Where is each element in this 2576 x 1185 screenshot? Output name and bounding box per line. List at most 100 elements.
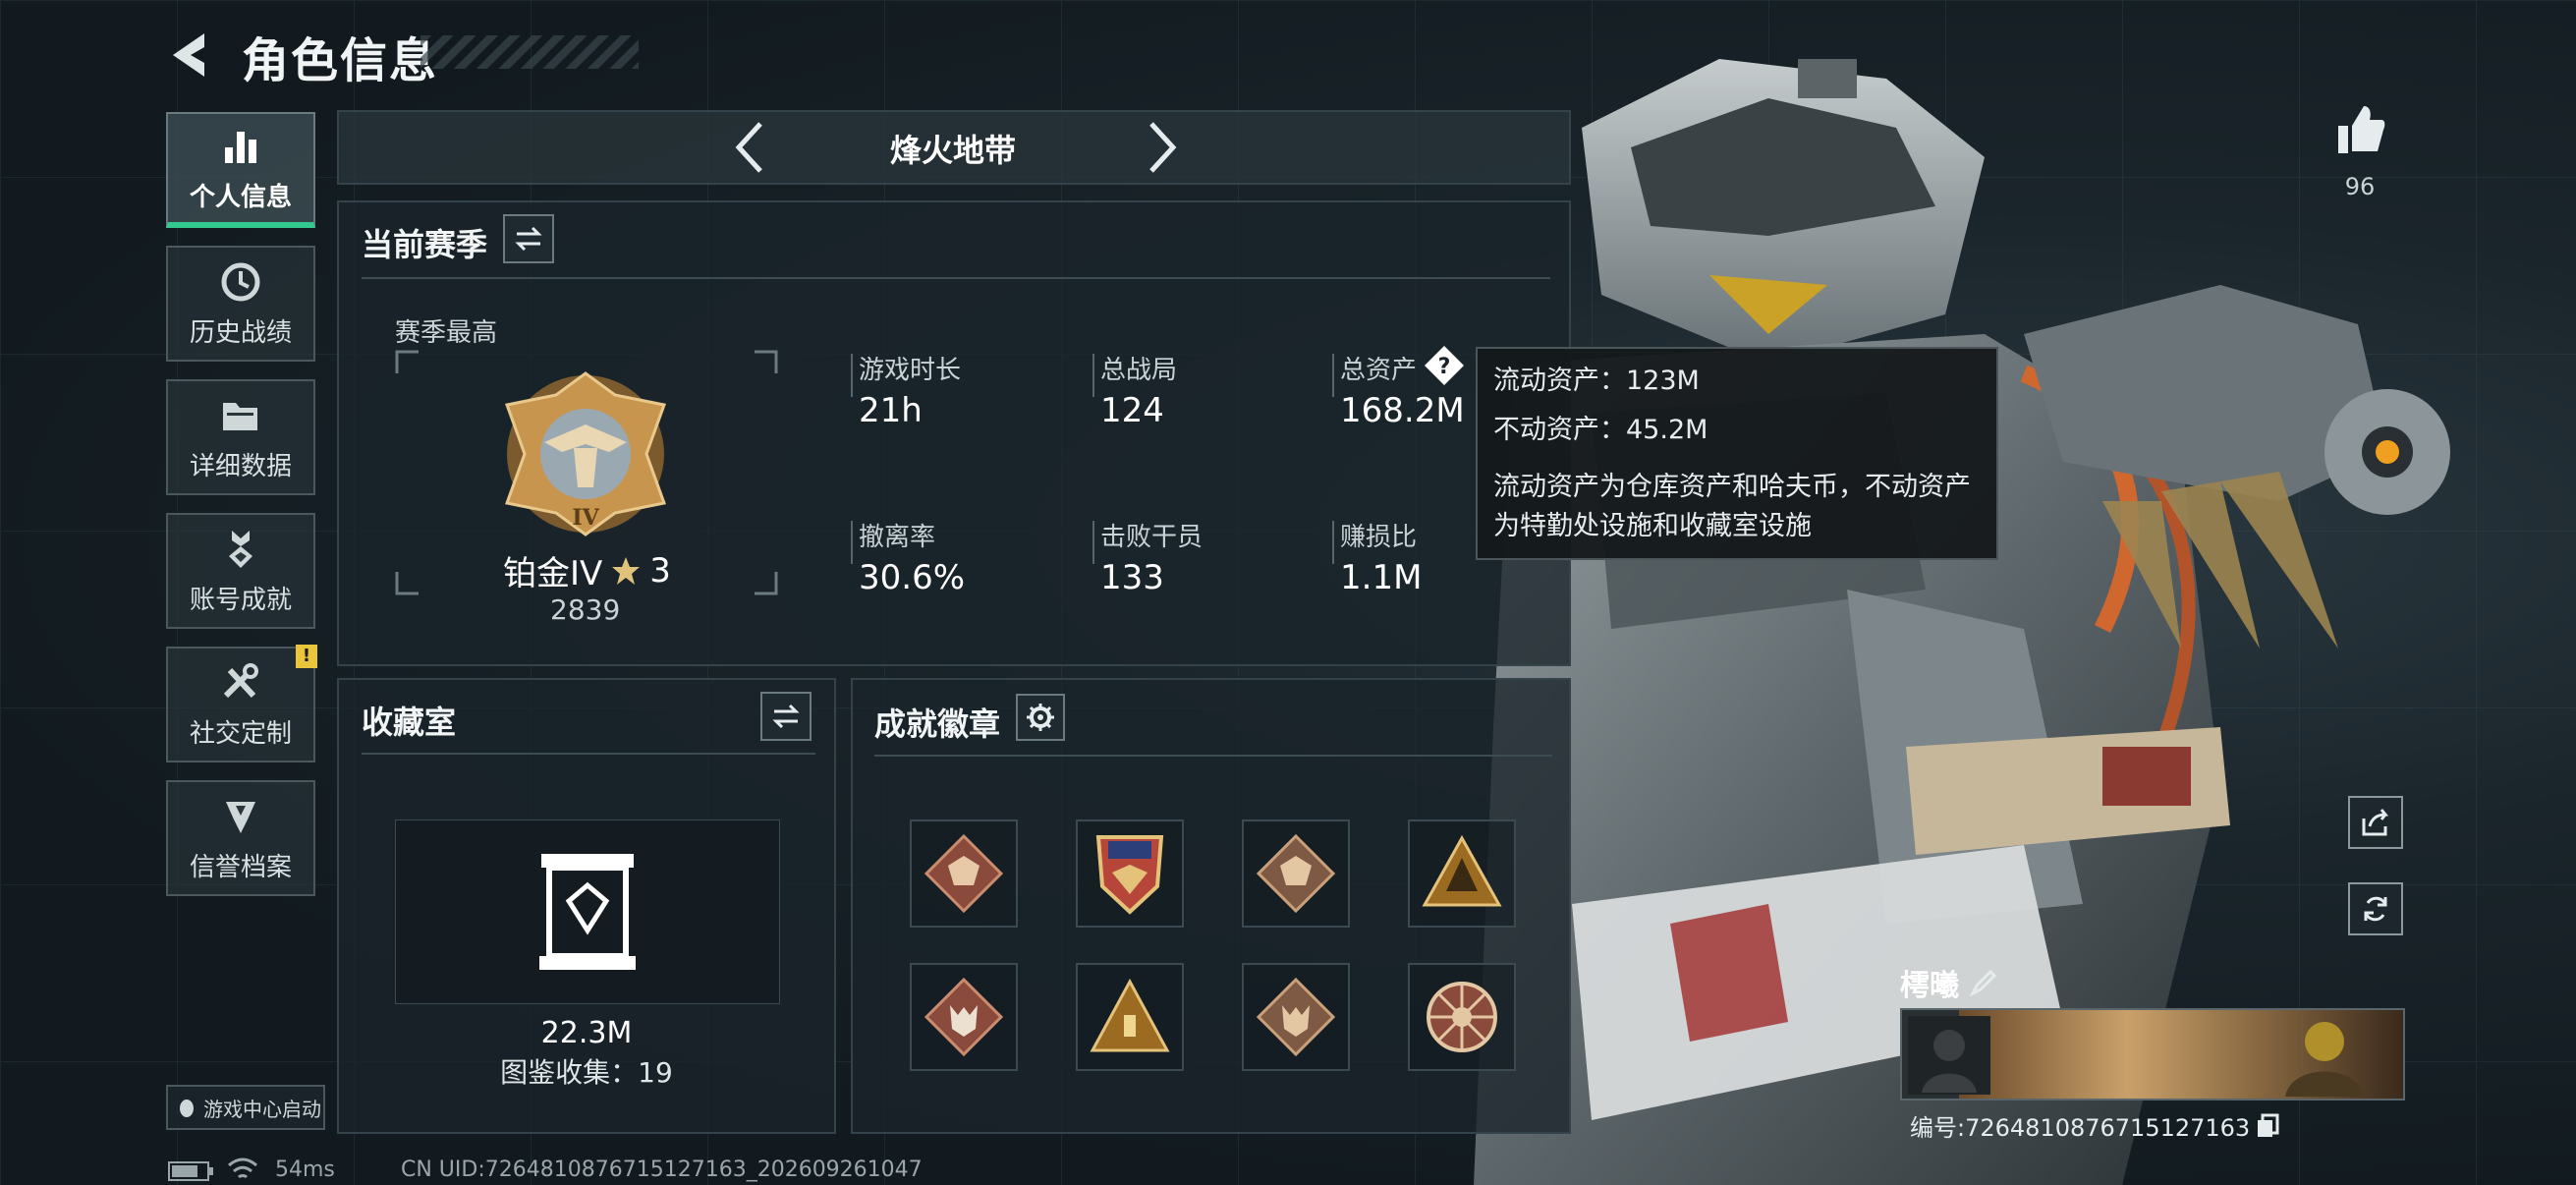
player-name-row: 樗曦 bbox=[1900, 961, 1998, 1004]
stat-label-profit-loss: 赚损比 bbox=[1340, 523, 1418, 552]
season-best-label: 赛季最高 bbox=[395, 318, 498, 348]
collection-catalog-count: 图鉴收集：19 bbox=[500, 1056, 673, 1089]
switch-collection-button[interactable] bbox=[760, 692, 812, 741]
achievement-badge[interactable] bbox=[1076, 819, 1184, 928]
achievement-badge[interactable] bbox=[910, 819, 1018, 928]
nav-item-detailed-data[interactable]: 详细数据 bbox=[166, 379, 315, 495]
refresh-icon bbox=[2364, 896, 2387, 922]
tooltip-fixed-assets: 不动资产：45.2M bbox=[1493, 415, 1708, 445]
shield-icon bbox=[226, 801, 255, 833]
achievement-badge[interactable] bbox=[1076, 963, 1184, 1071]
stat-label-total-matches: 总战局 bbox=[1100, 356, 1178, 385]
rank-emblem-label: IV bbox=[572, 505, 599, 531]
banner-character-art bbox=[2285, 1022, 2364, 1097]
divider bbox=[1332, 521, 1334, 564]
stat-label-operators-defeated: 击败干员 bbox=[1100, 523, 1204, 552]
achievement-badge[interactable] bbox=[1242, 819, 1350, 928]
tools-icon bbox=[223, 662, 258, 698]
stat-value-extraction-rate: 30.6% bbox=[859, 558, 966, 597]
wifi-icon bbox=[228, 1157, 257, 1179]
player-avatar bbox=[1908, 1016, 1990, 1095]
eagle-shield-badge-icon bbox=[1095, 835, 1164, 915]
back-arrow-icon[interactable] bbox=[165, 28, 216, 83]
divider bbox=[1092, 521, 1094, 564]
tooltip-description-line1: 流动资产为仓库资产和哈夫币，不动资产 bbox=[1493, 472, 1971, 502]
thumbs-up-icon[interactable] bbox=[2332, 102, 2387, 157]
nav-item-personal-info[interactable]: 个人信息 bbox=[166, 112, 315, 228]
tooltip-description-line2: 为特勤处设施和收藏室设施 bbox=[1493, 511, 1812, 541]
edit-pencil-icon[interactable] bbox=[1969, 968, 1998, 997]
folder-icon bbox=[223, 402, 257, 430]
help-icon[interactable]: ? bbox=[1423, 344, 1466, 387]
stat-label-extraction-rate: 撤离率 bbox=[859, 523, 936, 552]
star-icon bbox=[612, 556, 641, 585]
nav-item-label: 详细数据 bbox=[189, 451, 292, 481]
swap-icon bbox=[515, 226, 542, 252]
divider bbox=[851, 354, 853, 397]
stat-value-profit-loss: 1.1M bbox=[1340, 558, 1423, 597]
nav-item-history[interactable]: 历史战绩 bbox=[166, 246, 315, 362]
mode-title: 烽火地带 bbox=[889, 132, 1016, 169]
achievement-badge[interactable] bbox=[1408, 963, 1516, 1071]
nav-item-label: 历史战绩 bbox=[189, 317, 292, 348]
switch-season-button[interactable] bbox=[503, 214, 554, 263]
likes-count: 96 bbox=[2344, 173, 2376, 200]
nav-item-label: 个人信息 bbox=[189, 182, 292, 212]
achievement-badge[interactable] bbox=[910, 963, 1018, 1071]
nav-item-label: 社交定制 bbox=[189, 718, 292, 749]
divider bbox=[1332, 354, 1334, 397]
share-button[interactable] bbox=[2348, 796, 2403, 849]
player-name: 樗曦 bbox=[1900, 969, 1959, 1003]
nav-item-credit-record[interactable]: 信誉档案 bbox=[166, 780, 315, 896]
battery-icon bbox=[168, 1161, 213, 1181]
game-center-launch-button[interactable]: 游戏中心启动 bbox=[166, 1085, 325, 1130]
stat-value-total-matches: 124 bbox=[1100, 391, 1164, 430]
refresh-button[interactable] bbox=[2348, 882, 2403, 935]
divider bbox=[362, 753, 815, 755]
achievement-badge[interactable] bbox=[1242, 963, 1350, 1071]
client-uid: CN UID:7264810876715127163_202609261047 bbox=[401, 1157, 923, 1182]
dragon-badge-icon bbox=[1256, 833, 1336, 914]
medal-icon bbox=[229, 530, 252, 568]
player-uid-row: 编号:7264810876715127163 bbox=[1910, 1108, 2279, 1143]
stat-label-total-assets: 总资产 bbox=[1340, 356, 1418, 385]
collection-title: 收藏室 bbox=[362, 704, 457, 741]
chevron-left-icon[interactable] bbox=[731, 120, 770, 175]
title-decoration bbox=[420, 35, 639, 69]
notification-badge: ! bbox=[296, 645, 317, 668]
stat-value-total-assets: 168.2M bbox=[1340, 391, 1465, 430]
pyramid-badge-icon bbox=[1422, 834, 1502, 907]
stat-label-playtime: 游戏时长 bbox=[859, 356, 962, 385]
divider bbox=[362, 277, 1550, 279]
wolf-badge-icon bbox=[1256, 977, 1336, 1057]
wolf-badge-icon bbox=[924, 977, 1004, 1057]
dragon-badge-icon bbox=[924, 833, 1004, 914]
nav-item-label: 账号成就 bbox=[189, 585, 292, 615]
player-banner-card[interactable] bbox=[1900, 1008, 2405, 1100]
achievements-settings-button[interactable] bbox=[1016, 694, 1065, 741]
stat-value-playtime: 21h bbox=[859, 391, 923, 430]
collection-value: 22.3M bbox=[540, 1016, 633, 1050]
divider bbox=[851, 521, 853, 564]
nav-item-label: 信誉档案 bbox=[189, 852, 292, 882]
rank-stars: 3 bbox=[649, 550, 671, 591]
divider bbox=[1092, 354, 1094, 397]
nav-item-social-custom[interactable]: 社交定制 ! bbox=[166, 645, 317, 762]
gear-icon bbox=[1027, 704, 1054, 731]
divider bbox=[874, 755, 1552, 757]
display-case-icon bbox=[539, 854, 636, 970]
season-title: 当前赛季 bbox=[362, 226, 488, 263]
assets-tooltip: 流动资产：123M 不动资产：45.2M 流动资产为仓库资产和哈夫币，不动资产 … bbox=[1476, 347, 1998, 560]
stat-value-operators-defeated: 133 bbox=[1100, 558, 1164, 597]
chevron-right-icon[interactable] bbox=[1142, 120, 1181, 175]
copy-icon[interactable] bbox=[2256, 1113, 2279, 1139]
swap-icon bbox=[772, 704, 800, 729]
bar-chart-icon bbox=[225, 131, 256, 163]
game-center-label: 游戏中心启动 bbox=[203, 1097, 321, 1121]
nav-item-achievements[interactable]: 账号成就 bbox=[166, 513, 315, 629]
page-title: 角色信息 bbox=[242, 33, 439, 88]
collection-display-frame[interactable] bbox=[395, 819, 780, 1004]
wheel-badge-icon bbox=[1427, 982, 1497, 1052]
player-uid: 编号:7264810876715127163 bbox=[1910, 1114, 2251, 1142]
achievement-badge[interactable] bbox=[1408, 819, 1516, 928]
